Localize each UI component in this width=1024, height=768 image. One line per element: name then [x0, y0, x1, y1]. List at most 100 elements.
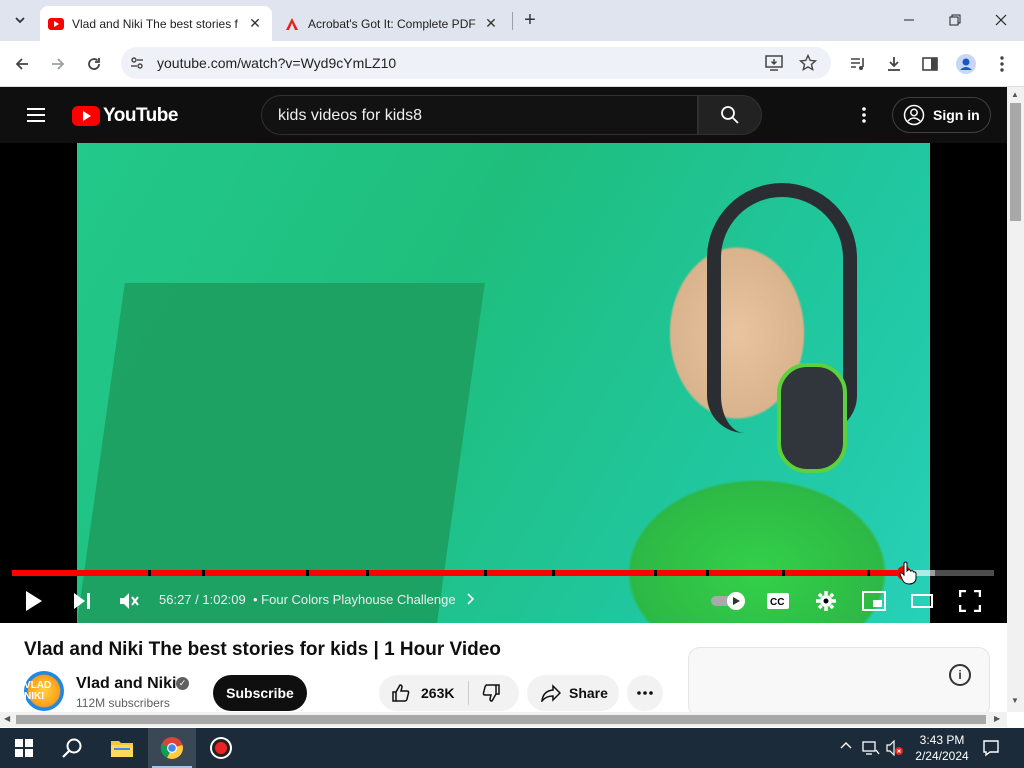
browser-toolbar: youtube.com/watch?v=Wyd9cYmLZ10	[0, 41, 1024, 87]
subscribe-button[interactable]: Subscribe	[213, 675, 307, 711]
chapter-marker	[202, 570, 205, 576]
file-explorer-button[interactable]	[98, 728, 146, 768]
chapter-marker	[867, 570, 870, 576]
chrome-menu-button[interactable]	[989, 51, 1015, 77]
tab-strip: Vlad and Niki The best stories f ✕ Acrob…	[0, 0, 1024, 41]
search-button[interactable]	[698, 95, 762, 135]
close-tab-icon[interactable]: ✕	[246, 15, 264, 33]
bookmark-star-icon[interactable]	[798, 53, 818, 77]
network-icon[interactable]	[862, 740, 880, 759]
windows-taskbar: 3:43 PM 2/24/2024	[0, 728, 1024, 768]
youtube-favicon-icon	[48, 16, 64, 32]
close-tab-icon[interactable]: ✕	[482, 15, 500, 33]
notifications-button[interactable]	[982, 739, 1000, 760]
reload-button[interactable]	[81, 51, 107, 77]
subtitles-button[interactable]: CC	[760, 583, 796, 619]
chevron-right-icon	[467, 593, 475, 605]
taskbar-clock[interactable]: 3:43 PM 2/24/2024	[912, 732, 972, 764]
scroll-up-arrow-icon[interactable]: ▲	[1011, 90, 1019, 99]
muted-volume-icon	[120, 593, 139, 609]
vertical-scrollbar[interactable]: ▲ ▼	[1007, 87, 1024, 712]
like-button[interactable]	[389, 681, 413, 705]
thumbs-up-icon	[392, 684, 410, 702]
minimize-button[interactable]	[886, 0, 932, 40]
miniplayer-button[interactable]	[856, 583, 892, 619]
youtube-logo[interactable]: YouTube	[72, 105, 178, 127]
profile-avatar-icon	[956, 54, 976, 74]
chapter-title-button[interactable]: • Four Colors Playhouse Challenge	[253, 592, 475, 607]
video-frame[interactable]	[77, 143, 930, 623]
tab-search-button[interactable]	[8, 8, 32, 32]
arrow-right-icon	[52, 58, 65, 70]
reload-icon	[88, 58, 100, 70]
record-icon	[210, 737, 232, 759]
video-player[interactable]: 56:27 / 1:02:09 • Four Colors Playhouse …	[0, 143, 1007, 623]
progress-bar[interactable]	[12, 566, 994, 580]
install-app-icon[interactable]	[765, 54, 783, 77]
scroll-right-arrow-icon[interactable]: ▶	[994, 714, 1000, 723]
show-hidden-icons-chevron-icon[interactable]	[840, 740, 852, 755]
start-button[interactable]	[0, 728, 48, 768]
next-button[interactable]	[64, 583, 100, 619]
notification-speech-icon	[983, 740, 999, 757]
youtube-play-logo-icon	[72, 106, 100, 126]
youtube-logo-text: YouTube	[103, 105, 178, 126]
tab-title: Vlad and Niki The best stories f	[72, 16, 238, 31]
site-info-icon[interactable]	[129, 55, 145, 76]
recorder-taskbar-button[interactable]	[197, 728, 245, 768]
profile-button[interactable]	[953, 51, 979, 77]
chapter-marker	[484, 570, 487, 576]
side-panel-button[interactable]	[917, 51, 943, 77]
dislike-button[interactable]	[479, 681, 503, 705]
downloads-button[interactable]	[881, 51, 907, 77]
settings-menu-button[interactable]	[852, 103, 876, 127]
progress-played	[12, 570, 904, 576]
fullscreen-icon	[959, 590, 981, 612]
hamburger-menu-icon	[27, 108, 45, 122]
windows-logo-icon	[15, 739, 33, 757]
search-query-text[interactable]: kids videos for kids8	[278, 107, 422, 125]
chevron-down-icon	[15, 17, 25, 24]
volume-muted-tray-icon[interactable]	[886, 739, 904, 759]
close-window-button[interactable]	[978, 0, 1024, 40]
channel-name[interactable]: Vlad and Niki	[76, 675, 176, 693]
media-controls-button[interactable]	[845, 51, 871, 77]
scroll-left-arrow-icon[interactable]: ◀	[4, 714, 10, 723]
taskbar-search-button[interactable]	[48, 728, 96, 768]
horizontal-scroll-thumb[interactable]	[16, 715, 986, 724]
autoplay-toggle[interactable]	[708, 583, 748, 619]
chrome-taskbar-button[interactable]	[148, 728, 196, 768]
fullscreen-button[interactable]	[952, 583, 988, 619]
more-actions-button[interactable]	[627, 675, 663, 711]
search-input[interactable]: kids videos for kids8	[261, 95, 698, 135]
restore-button[interactable]	[932, 0, 978, 40]
share-button[interactable]: Share	[527, 675, 619, 711]
url-text[interactable]: youtube.com/watch?v=Wyd9cYmLZ10	[157, 55, 396, 71]
scroll-down-arrow-icon[interactable]: ▼	[1011, 696, 1019, 705]
mute-button[interactable]	[111, 583, 147, 619]
new-tab-button[interactable]: +	[518, 8, 542, 32]
horizontal-scrollbar[interactable]: ◀ ▶	[0, 712, 1007, 727]
vertical-scroll-thumb[interactable]	[1010, 103, 1021, 221]
forward-button[interactable]	[45, 51, 71, 77]
tab-title: Acrobat's Got It: Complete PDF	[308, 16, 476, 31]
play-button[interactable]	[16, 583, 52, 619]
address-bar[interactable]: youtube.com/watch?v=Wyd9cYmLZ10	[121, 47, 831, 79]
chapter-marker	[306, 570, 309, 576]
chrome-icon	[160, 737, 183, 759]
settings-button[interactable]	[808, 583, 844, 619]
share-icon	[539, 681, 563, 705]
sign-in-button[interactable]: Sign in	[892, 97, 991, 133]
kebab-menu-icon	[862, 107, 866, 123]
guide-menu-button[interactable]	[24, 103, 48, 127]
info-icon[interactable]: i	[949, 664, 971, 686]
channel-avatar[interactable]: VLAD NIKI	[24, 671, 64, 711]
svg-text:CC: CC	[770, 597, 784, 608]
subscriber-count: 112M subscribers	[76, 696, 170, 710]
tab-acrobat[interactable]: Acrobat's Got It: Complete PDF ✕	[276, 6, 508, 41]
mouse-cursor-hand-icon	[898, 561, 918, 590]
back-button[interactable]	[9, 51, 35, 77]
theater-mode-icon	[911, 594, 933, 608]
watch-metadata: Vlad and Niki The best stories for kids …	[0, 623, 1007, 717]
tab-youtube[interactable]: Vlad and Niki The best stories f ✕	[40, 6, 272, 41]
